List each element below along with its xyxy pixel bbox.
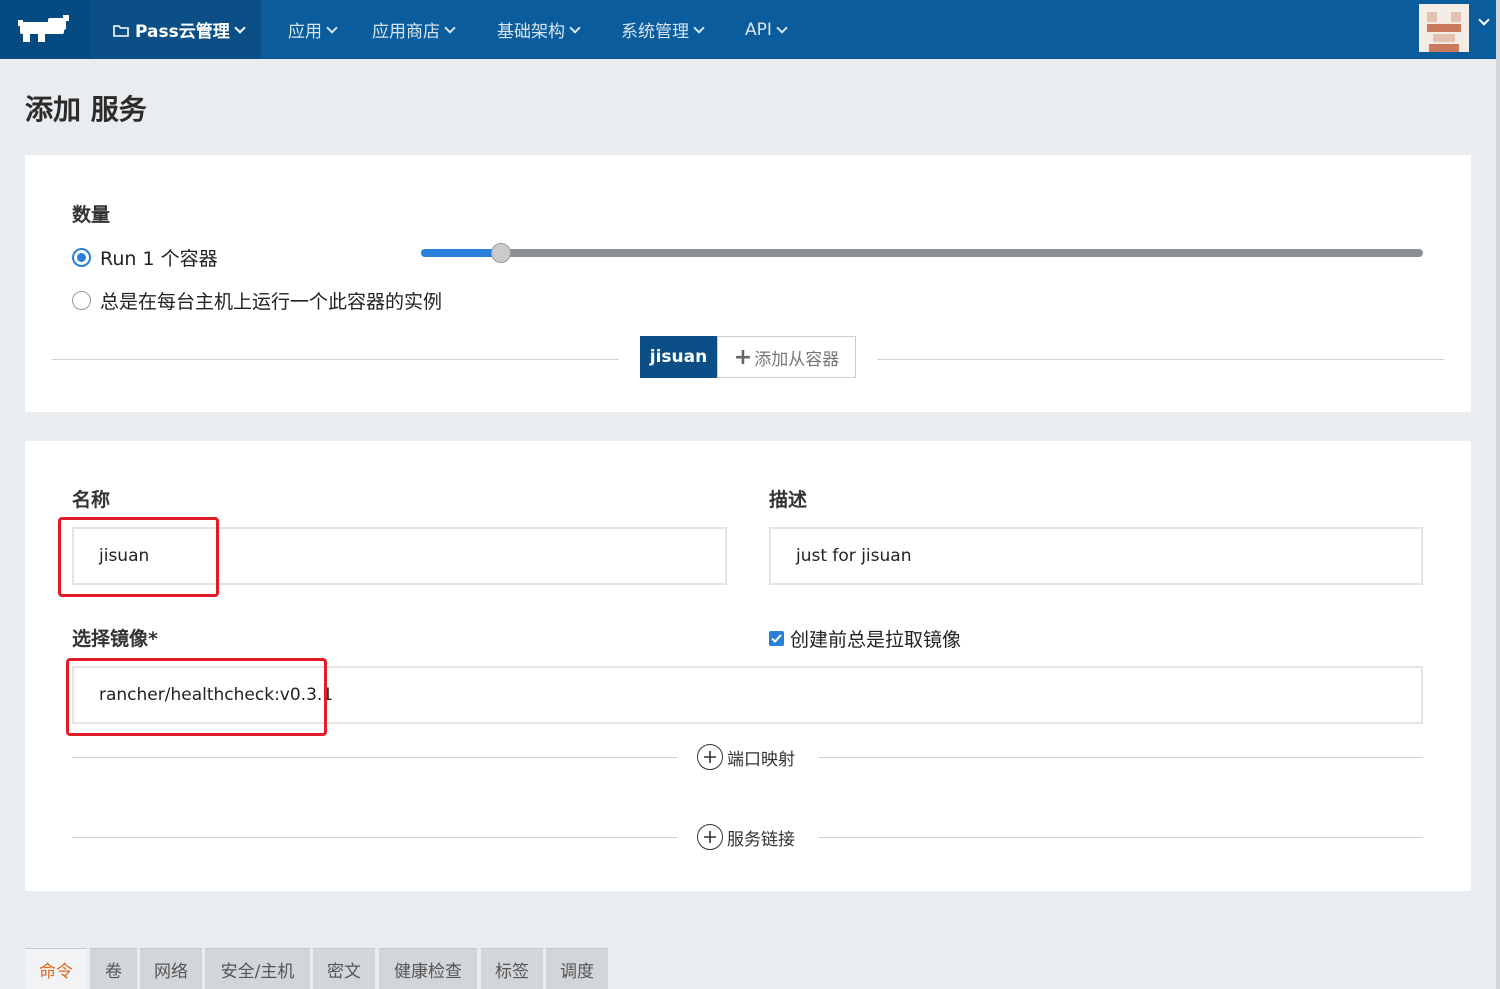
chevron-down-icon[interactable] <box>1478 14 1490 26</box>
port-mapping-label: 端口映射 <box>727 749 795 770</box>
description-input-value: just for jisuan <box>796 546 912 566</box>
scale-label: 数量 <box>72 204 111 226</box>
radio-selected[interactable] <box>72 248 91 267</box>
description-label: 描述 <box>769 489 808 511</box>
tab-scheduling[interactable]: 调度 <box>546 948 608 989</box>
scale-slider-track[interactable] <box>421 249 1423 257</box>
rancher-logo[interactable] <box>0 0 91 59</box>
scale-slider-handle[interactable] <box>491 243 511 263</box>
folder-icon <box>113 24 129 37</box>
user-avatar[interactable] <box>1419 4 1469 52</box>
description-input[interactable]: just for jisuan <box>769 527 1423 585</box>
divider <box>818 757 1423 758</box>
chevron-down-icon <box>326 21 338 34</box>
tab-networking[interactable]: 网络 <box>140 948 202 989</box>
tab-volumes[interactable]: 卷 <box>90 948 137 989</box>
radio-unselected[interactable] <box>72 291 91 310</box>
environment-label: Pass云管理 <box>135 22 230 42</box>
nav-item-api[interactable]: API <box>745 0 788 59</box>
nav-item-label: 基础架构 <box>497 22 565 42</box>
container-tab-primary[interactable]: jisuan <box>640 336 717 378</box>
tab-health-check[interactable]: 健康检查 <box>379 948 477 989</box>
chevron-down-icon <box>234 21 246 34</box>
nav-item-label: 应用 <box>288 22 322 42</box>
plus-icon: + <box>733 344 753 370</box>
always-pull-checkbox-row[interactable]: 创建前总是拉取镜像 <box>769 625 961 652</box>
chevron-down-icon <box>569 21 581 34</box>
service-links-label: 服务链接 <box>727 829 795 850</box>
nav-item-admin[interactable]: 系统管理 <box>621 0 705 59</box>
cow-logo-icon <box>18 15 69 42</box>
checkbox-checked[interactable] <box>769 631 784 646</box>
radio-label: 总是在每台主机上运行一个此容器的实例 <box>100 291 443 313</box>
nav-item-catalog[interactable]: 应用商店 <box>372 0 456 59</box>
always-pull-label: 创建前总是拉取镜像 <box>790 629 962 651</box>
nav-item-label: API <box>745 19 772 40</box>
page-title: 添加 服务 <box>25 93 147 126</box>
add-sidekick-label: 添加从容器 <box>754 349 840 370</box>
scale-slider-fill <box>421 249 501 257</box>
radio-global-instance[interactable]: 总是在每台主机上运行一个此容器的实例 <box>72 287 442 314</box>
nav-item-label: 系统管理 <box>621 22 689 42</box>
plus-circle-icon <box>697 744 723 770</box>
nav-item-label: 应用商店 <box>372 22 440 42</box>
tab-command[interactable]: 命令 <box>25 948 87 989</box>
check-icon <box>771 634 782 643</box>
nav-item-apps[interactable]: 应用 <box>288 0 338 59</box>
highlight-box-name <box>58 517 219 597</box>
plus-circle-icon <box>697 824 723 850</box>
divider <box>72 757 678 758</box>
highlight-box-image <box>66 658 327 736</box>
tab-security-host[interactable]: 安全/主机 <box>205 948 310 989</box>
nav-item-infrastructure[interactable]: 基础架构 <box>497 0 581 59</box>
image-label: 选择镜像* <box>72 628 158 650</box>
add-sidekick-button[interactable]: + 添加从容器 <box>717 336 856 378</box>
top-navbar: Pass云管理 应用 应用商店 基础架构 系统管理 API <box>0 0 1500 59</box>
radio-run-containers[interactable]: Run 1 个容器 <box>72 244 218 271</box>
tab-secrets[interactable]: 密文 <box>313 948 375 989</box>
divider <box>72 837 678 838</box>
divider <box>877 359 1444 360</box>
add-service-link-button[interactable]: 服务链接 <box>697 824 795 850</box>
chevron-down-icon <box>444 21 456 34</box>
divider <box>818 837 1423 838</box>
divider <box>52 359 619 360</box>
name-label: 名称 <box>72 489 111 511</box>
chevron-down-icon <box>776 21 788 34</box>
add-port-mapping-button[interactable]: 端口映射 <box>697 744 795 770</box>
scrollbar[interactable] <box>1496 0 1500 989</box>
environment-menu[interactable]: Pass云管理 <box>91 0 261 59</box>
tab-labels[interactable]: 标签 <box>481 948 543 989</box>
radio-label: Run 1 个容器 <box>100 248 218 270</box>
chevron-down-icon <box>693 21 705 34</box>
